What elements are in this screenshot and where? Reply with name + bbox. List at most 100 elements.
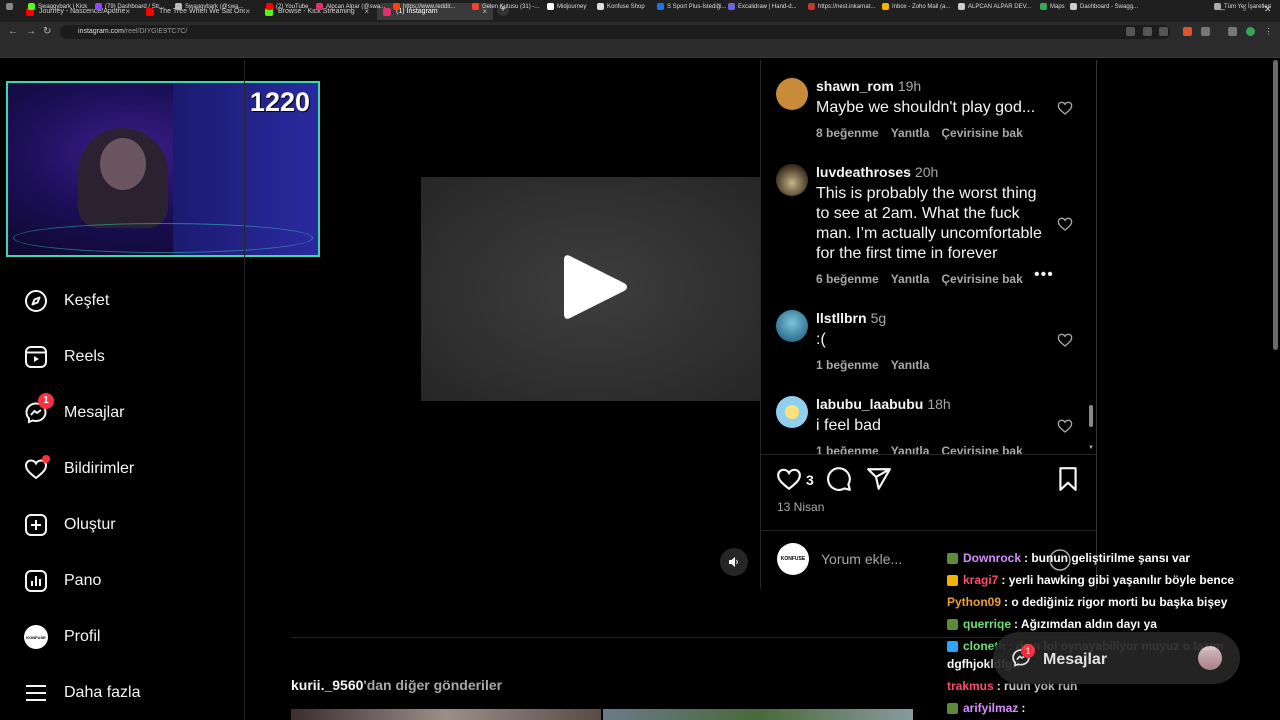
bookmark-item[interactable]: Swaggybark (@swa... (175, 3, 243, 10)
nav-notifications[interactable]: Bildirimler (24, 455, 134, 481)
nav-profile-label: Profil (64, 628, 101, 645)
more-posts-heading: kurii._9560'dan diğer gönderiler (291, 677, 502, 693)
bookmark-label: ALPCAN ALPAR DEV... (968, 3, 1032, 10)
bookmark-label: Maps (1050, 3, 1065, 10)
address-bar[interactable]: instagram.com/reel/DIYGIE9TC7C/ (60, 25, 1170, 39)
bookmark-label: (2) YouTube (276, 3, 309, 10)
heart-icon (24, 455, 50, 481)
comment-likes[interactable]: 1 beğenme (816, 444, 879, 454)
comment-avatar[interactable] (776, 396, 808, 428)
bookmark-label: Inbox - Zoho Mail (a... (892, 3, 951, 10)
comment-username[interactable]: shawn_rom (816, 78, 894, 94)
bookmark-item[interactable]: Alpcan Alpar (@swa... (316, 3, 385, 10)
browser-menu-icon[interactable]: ⋮ (1264, 27, 1273, 36)
chat-username: querriqe (963, 617, 1012, 631)
nav-more-label: Daha fazla (64, 684, 141, 701)
comment-like-heart-icon[interactable] (1057, 418, 1073, 434)
all-bookmarks-folder[interactable]: Tüm Yer İşaretleri (1214, 3, 1271, 10)
bookmark-label: Gelen Kutusu (31) -... (482, 3, 540, 10)
back-icon[interactable]: ← (8, 26, 18, 37)
comment-like-heart-icon[interactable] (1057, 332, 1073, 348)
chat-badge-icon (947, 702, 958, 714)
comment-username[interactable]: labubu_laabubu (816, 396, 923, 412)
comment-time: 18h (927, 396, 951, 412)
extension-icon[interactable] (1183, 27, 1192, 36)
bookmark-item[interactable]: Midjourney (547, 3, 586, 10)
nav-explore[interactable]: Keşfet (24, 289, 109, 313)
bookmark-star-icon[interactable] (1159, 27, 1168, 36)
post-thumbnail[interactable] (291, 709, 601, 720)
chat-message: kragi7: yerli hawking gibi yaşanılır böy… (947, 573, 1234, 587)
bookmark-item[interactable]: Maps (1040, 3, 1065, 10)
chat-username: Downrock (963, 551, 1022, 565)
bookmark-item[interactable]: https://nest.inkarnat... (808, 3, 875, 10)
comment-username[interactable]: luvdeathroses (816, 164, 911, 180)
save-bookmark-icon[interactable] (1055, 466, 1081, 492)
reply-link[interactable]: Yanıtla (891, 358, 930, 372)
media-icon[interactable] (1228, 27, 1237, 36)
translate-link[interactable]: Çevirisine bak (941, 126, 1022, 140)
scroll-down-arrow-icon[interactable]: ▼ (1088, 445, 1094, 451)
comment-like-heart-icon[interactable] (1057, 100, 1073, 116)
bookmark-item[interactable]: Swaggybark | Kick (28, 3, 87, 10)
section-divider (291, 637, 1091, 638)
messages-pill-badge: 1 (1021, 644, 1035, 658)
nav-more[interactable]: Daha fazla (24, 681, 141, 705)
bookmark-item[interactable]: ALPCAN ALPAR DEV... (958, 3, 1031, 10)
nav-messages[interactable]: 1 Mesajlar (24, 393, 124, 425)
chat-text: : (1021, 701, 1026, 715)
play-button[interactable] (562, 252, 628, 327)
post-thumbnail[interactable] (603, 709, 913, 720)
bookmark-favicon-icon (95, 3, 102, 10)
reply-link[interactable]: Yanıtla (891, 272, 930, 286)
comments-scrollbar[interactable] (1089, 405, 1093, 427)
like-count[interactable]: 3 (806, 472, 814, 488)
like-heart-icon[interactable] (776, 466, 802, 492)
nav-create[interactable]: Oluştur (24, 513, 116, 537)
bookmark-item[interactable]: S Sport Plus-İstediği... (657, 3, 726, 10)
messenger-icon: 1 (24, 393, 54, 425)
comment-avatar[interactable] (776, 310, 808, 342)
more-posts-user[interactable]: kurii._9560 (291, 677, 363, 693)
bookmark-item[interactable]: (79) Dashboard / Str... (95, 3, 164, 10)
bookmark-item[interactable]: Konfuse Shop (597, 3, 645, 10)
translate-link[interactable]: Çevirisine bak (941, 444, 1022, 454)
mute-button[interactable] (720, 548, 748, 576)
dashboard-chart-icon (24, 569, 48, 593)
bookmark-label: S Sport Plus-İstediği... (667, 3, 727, 10)
bookmark-item[interactable]: Gelen Kutusu (31) -... (472, 3, 539, 10)
nav-profile[interactable]: KONFUSE Profil (24, 625, 100, 649)
bookmark-item[interactable]: Inbox - Zoho Mail (a... (882, 3, 950, 10)
comment-likes[interactable]: 8 beğenme (816, 126, 879, 140)
bookmark-item[interactable]: Excalidraw | Hand-d... (728, 3, 797, 10)
reply-link[interactable]: Yanıtla (891, 126, 930, 140)
bookmark-item[interactable]: (2) YouTube (266, 3, 308, 10)
forward-icon[interactable]: → (26, 26, 36, 37)
nav-reels[interactable]: Reels (24, 345, 105, 369)
extensions-puzzle-icon[interactable] (1201, 27, 1210, 36)
page-scrollbar[interactable] (1273, 60, 1278, 350)
comment-username[interactable]: llstllbrn (816, 310, 867, 326)
share-paper-plane-icon[interactable] (866, 466, 892, 492)
reload-icon[interactable]: ↻ (43, 26, 51, 37)
reply-link[interactable]: Yanıtla (891, 444, 930, 454)
comment-avatar[interactable] (776, 164, 808, 196)
nav-dashboard[interactable]: Pano (24, 569, 101, 593)
bookmark-item[interactable]: https://www.reddit... (393, 3, 455, 10)
comment-like-heart-icon[interactable] (1057, 216, 1073, 232)
zoom-icon[interactable] (1143, 27, 1152, 36)
bookmark-item[interactable]: Dashboard - Swagg... (1070, 3, 1138, 10)
contact-avatar (1198, 646, 1222, 670)
comment-likes[interactable]: 1 beğenme (816, 358, 879, 372)
profile-avatar: KONFUSE (24, 625, 48, 649)
profile-avatar-icon[interactable] (1246, 27, 1255, 36)
install-app-icon[interactable] (1126, 27, 1135, 36)
translate-link[interactable]: Çevirisine bak (941, 272, 1022, 286)
comment-bubble-icon[interactable] (826, 466, 852, 492)
apps-grid-icon[interactable] (6, 3, 16, 10)
comment-likes[interactable]: 6 beğenme (816, 272, 879, 286)
comment-avatar[interactable] (776, 78, 808, 110)
close-tab-icon[interactable]: × (245, 7, 250, 16)
messages-pill[interactable]: 1 Mesajlar (993, 632, 1240, 684)
comment-options-icon[interactable]: ••• (1034, 266, 1054, 284)
